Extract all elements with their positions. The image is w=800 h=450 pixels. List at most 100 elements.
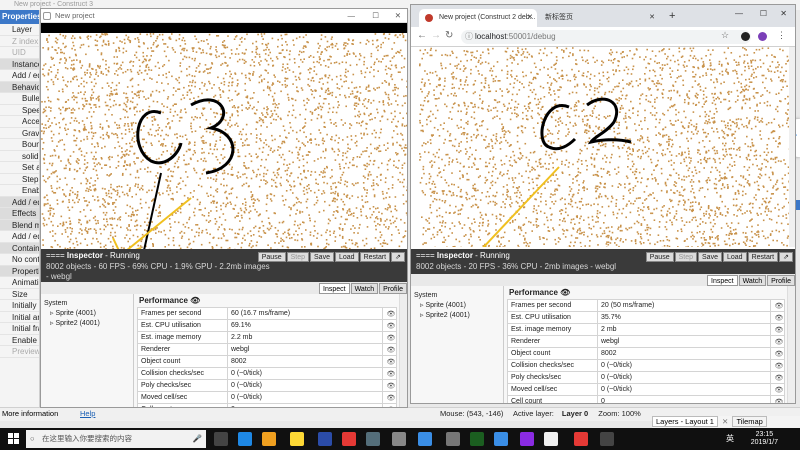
eye-icon[interactable]: 👁 <box>770 395 785 403</box>
menu-icon[interactable]: ⋮ <box>777 30 786 41</box>
eye-icon[interactable]: 👁 <box>770 383 785 396</box>
property-row[interactable]: Preview <box>0 346 39 358</box>
profile-avatar[interactable] <box>758 32 767 41</box>
close-icon[interactable]: ✕ <box>395 9 401 23</box>
tree-item-system[interactable]: System <box>414 291 500 301</box>
tree-item-sprite2[interactable]: ▹ Sprite2 (4001) <box>44 319 130 329</box>
page-scrollbar[interactable] <box>789 47 795 247</box>
pause-button[interactable]: Pause <box>257 252 286 262</box>
restart-button[interactable]: Restart <box>359 252 391 262</box>
maximize-icon[interactable]: ☐ <box>760 9 767 18</box>
windows-start-icon[interactable] <box>8 433 20 445</box>
app-icon[interactable] <box>600 432 614 446</box>
scrollbar[interactable] <box>399 294 407 407</box>
property-row[interactable]: Animatio <box>0 277 39 289</box>
property-row[interactable]: Initial fra <box>0 323 39 335</box>
property-row[interactable]: Boun <box>0 139 39 151</box>
tab-profile[interactable]: Profile <box>379 283 407 294</box>
close-icon[interactable]: ✕ <box>527 9 533 27</box>
tab-profile[interactable]: Profile <box>767 275 795 286</box>
property-row[interactable]: Properti <box>0 265 39 277</box>
app-icon[interactable] <box>494 432 508 446</box>
property-row[interactable]: Initial an <box>0 312 39 323</box>
eye-icon[interactable]: 👁 <box>770 371 785 384</box>
photos-icon[interactable] <box>544 432 558 446</box>
property-row[interactable]: Add / ed <box>0 196 39 208</box>
property-row[interactable]: Add / ed <box>0 231 39 243</box>
photoshop-icon[interactable] <box>318 432 332 446</box>
game-canvas[interactable] <box>41 33 407 249</box>
tab-debug[interactable]: New project (Construct 2 deb... ✕ <box>419 9 537 27</box>
property-row[interactable]: Acce <box>0 116 39 128</box>
eye-icon[interactable]: 👁 <box>770 323 785 336</box>
close-icon[interactable]: ✕ <box>649 9 655 27</box>
tab-watch[interactable]: Watch <box>350 283 379 294</box>
app-icon[interactable] <box>446 432 460 446</box>
property-row[interactable]: Set a <box>0 162 39 174</box>
tab-inspect[interactable]: Inspect <box>707 275 738 286</box>
load-button[interactable]: Load <box>334 252 359 262</box>
step-button[interactable]: Step <box>286 252 310 262</box>
property-row[interactable]: Enable c <box>0 335 39 346</box>
eye-icon[interactable]: 👁 <box>382 331 397 344</box>
restart-button[interactable]: Restart <box>747 252 779 262</box>
forward-icon[interactable]: → <box>431 30 441 41</box>
firefox-icon[interactable] <box>342 432 356 446</box>
tab-watch[interactable]: Watch <box>738 275 767 286</box>
bookmark-star-icon[interactable]: ☆ <box>721 30 729 41</box>
property-row[interactable]: Spee <box>0 105 39 116</box>
settings-icon[interactable] <box>392 432 406 446</box>
store-icon[interactable] <box>290 432 304 446</box>
chrome-icon[interactable] <box>574 432 588 446</box>
eye-icon[interactable]: 👁 <box>560 288 570 297</box>
property-row[interactable]: Bulle <box>0 93 39 105</box>
property-row[interactable]: Z index <box>0 36 39 47</box>
popout-button[interactable]: ⇗ <box>391 252 405 262</box>
back-icon[interactable]: ← <box>417 30 427 41</box>
tree-item-sprite2[interactable]: ▹ Sprite2 (4001) <box>414 311 500 321</box>
property-row[interactable]: Effects <box>0 208 39 220</box>
new-tab-button[interactable]: + <box>669 10 675 22</box>
property-row[interactable]: Enab <box>0 185 39 197</box>
eye-icon[interactable]: 👁 <box>770 347 785 360</box>
property-row[interactable]: Add / ed <box>0 70 39 82</box>
taskbar-search-box[interactable]: ○ 在这里输入你要搜索的内容 🎤 <box>26 430 206 448</box>
eye-icon[interactable]: 👁 <box>770 335 785 348</box>
eye-icon[interactable]: 👁 <box>382 367 397 380</box>
scrollbar[interactable] <box>787 286 795 403</box>
reload-icon[interactable]: ↻ <box>445 30 453 41</box>
address-bar[interactable]: ⓘ localhost:50001/debug <box>461 30 751 44</box>
pause-button[interactable]: Pause <box>645 252 674 262</box>
app-icon[interactable] <box>520 432 534 446</box>
load-button[interactable]: Load <box>722 252 747 262</box>
dreamweaver-icon[interactable] <box>470 432 484 446</box>
eye-icon[interactable]: 👁 <box>382 307 397 320</box>
explorer-icon[interactable] <box>262 432 276 446</box>
property-row[interactable]: Blend m <box>0 219 39 231</box>
help-link[interactable]: Help <box>80 409 95 418</box>
save-button[interactable]: Save <box>698 252 722 262</box>
property-row[interactable]: Size <box>0 289 39 300</box>
property-row[interactable]: Step <box>0 174 39 185</box>
eye-icon[interactable]: 👁 <box>382 343 397 356</box>
tab-inspect[interactable]: Inspect <box>319 283 350 294</box>
game-canvas[interactable] <box>419 47 789 247</box>
minimize-icon[interactable]: — <box>348 9 356 23</box>
eye-icon[interactable]: 👁 <box>770 359 785 372</box>
system-clock[interactable]: 23:15 2019/1/7 <box>751 431 778 447</box>
maximize-icon[interactable]: ☐ <box>372 9 379 23</box>
tab-new[interactable]: 新标签页 ✕ <box>539 9 659 27</box>
tilemap-tab[interactable]: Tilemap <box>732 416 767 427</box>
tree-item-sprite[interactable]: ▹ Sprite (4001) <box>44 309 130 319</box>
eye-icon[interactable]: 👁 <box>382 391 397 404</box>
microphone-icon[interactable]: 🎤 <box>193 430 202 448</box>
property-row[interactable]: Grav <box>0 128 39 139</box>
eye-icon[interactable]: 👁 <box>382 355 397 368</box>
step-button[interactable]: Step <box>674 252 698 262</box>
property-row[interactable]: Layer <box>0 24 39 36</box>
close-icon[interactable]: ✕ <box>780 9 787 18</box>
eye-icon[interactable]: 👁 <box>382 403 397 407</box>
property-row[interactable]: No cont <box>0 254 39 266</box>
app-icon[interactable] <box>366 432 380 446</box>
eye-icon[interactable]: 👁 <box>382 379 397 392</box>
